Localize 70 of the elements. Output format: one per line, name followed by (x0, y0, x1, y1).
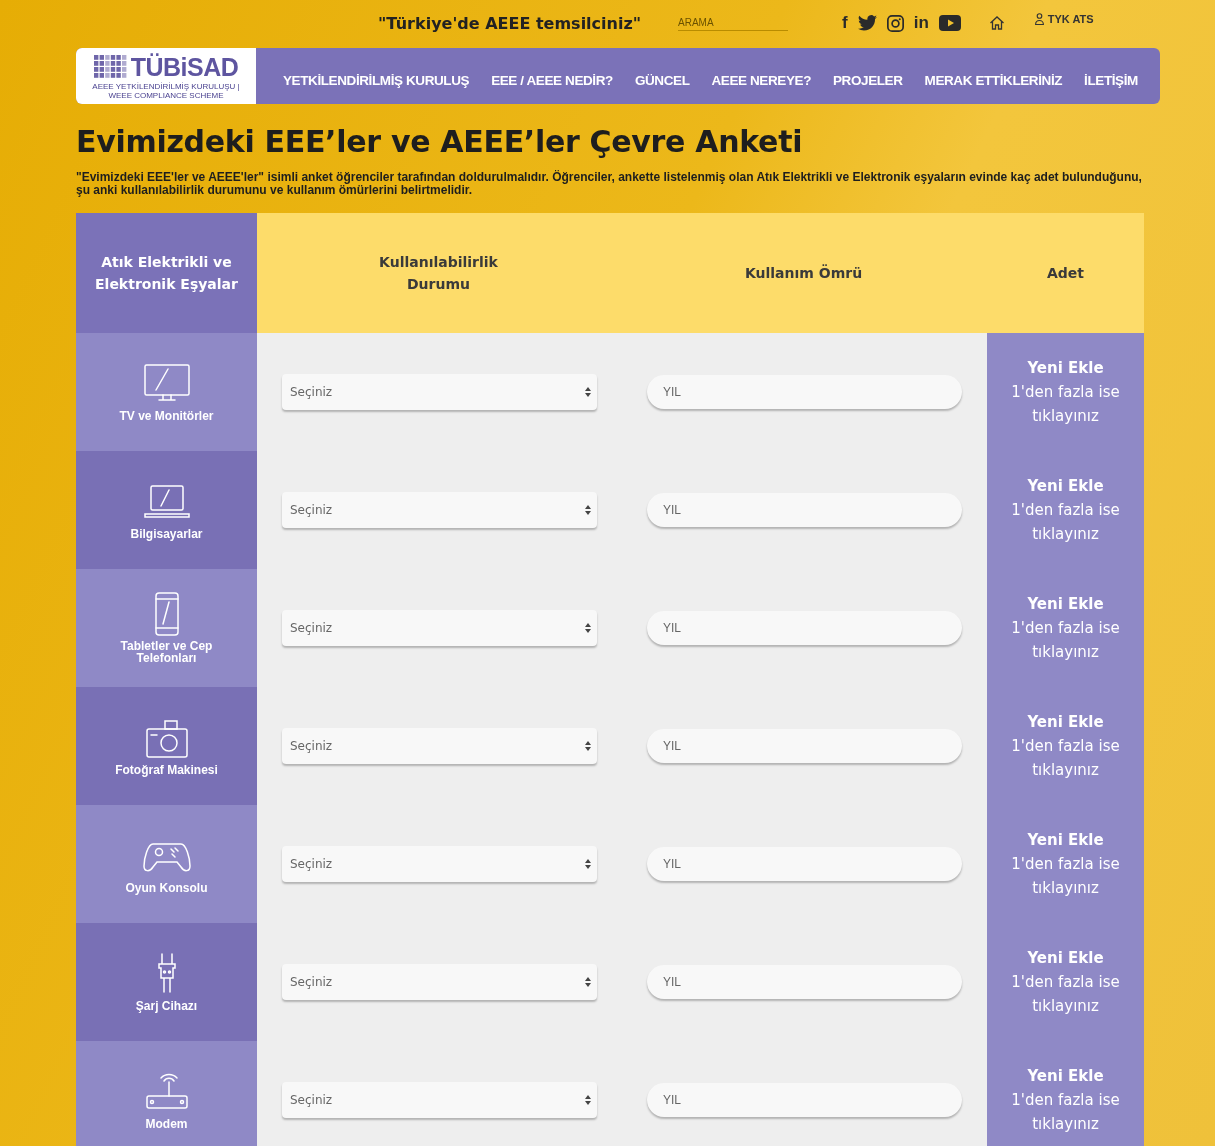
page-title: Evimizdeki EEE’ler ve AEEE’ler Çevre Anketi (76, 124, 804, 159)
add-hint: 1'den fazla ise tıklayınız (1010, 382, 1121, 427)
nav-link[interactable]: GÜNCEL (634, 72, 690, 88)
sort-caret-icon (585, 741, 591, 751)
status-dropdown[interactable]: Seçiniz (282, 846, 597, 882)
facebook-link[interactable]: f (842, 13, 848, 33)
item-name: Şarj Cihazı (135, 1000, 198, 1012)
status-dropdown[interactable]: Seçiniz (282, 1082, 597, 1118)
search-field[interactable]: ARAMA (678, 15, 788, 31)
add-new-link[interactable]: Yeni Ekle (1027, 710, 1104, 734)
column-header: Kullanılabilirlik Durumu (378, 253, 499, 294)
nav-link[interactable]: MERAK ETTİKLERİNİZ (924, 72, 1063, 88)
item-name: TV ve Monitörler (119, 410, 214, 422)
grid-logo-icon (93, 54, 128, 79)
nav-link[interactable]: İLETİŞİM (1084, 72, 1138, 88)
year-field[interactable]: YIL (647, 965, 962, 999)
add-hint: 1'den fazla ise tıklayınız (1010, 854, 1121, 899)
camera-icon[interactable] (886, 14, 904, 32)
sort-caret-icon (585, 859, 591, 869)
nav-link[interactable]: AEEE NEREYE? (711, 72, 811, 88)
year-field[interactable]: YIL (647, 729, 962, 763)
description: "Evimizdeki EEE'ler ve AEEE'ler" isimli anket öğrenciler tarafından doldurulmalıdır. Öğrenciler, ankette listelenmiş olan Atık Elektrikli ve Elektronik eşyaların evinde kaç adet bulunduğunu, şu anki kullanılabilirlik durumunu ve kullanım ömürlerini belirtmelidir. (76, 171, 1143, 197)
item-name: Tabletler ve Cep Telefonları (119, 640, 214, 664)
user-link[interactable]: TYK ATS (1047, 13, 1094, 25)
item-name: Oyun Konsolu (125, 882, 208, 894)
slogan: "Türkiye'de AEEE temsilciniz" (378, 13, 643, 33)
add-new-link[interactable]: Yeni Ekle (1027, 828, 1104, 852)
column-header: Atık Elektrikli ve Elektronik Eşyalar (76, 213, 257, 333)
item-name: Fotoğraf Makinesi (115, 764, 218, 776)
status-dropdown[interactable]: Seçiniz (282, 492, 597, 528)
status-dropdown[interactable]: Seçiniz (282, 964, 597, 1000)
user-icon[interactable] (1034, 13, 1044, 25)
nav-link[interactable]: EEE / AEEE NEDİR? (491, 72, 613, 88)
item-name: Bilgisayarlar (130, 528, 203, 540)
sort-caret-icon (585, 505, 591, 515)
logo-name: TÜBiSAD (130, 52, 239, 81)
bird-icon[interactable] (857, 15, 877, 31)
add-new-link[interactable]: Yeni Ekle (1027, 474, 1104, 498)
add-new-link[interactable]: Yeni Ekle (1027, 356, 1104, 380)
add-hint: 1'den fazla ise tıklayınız (1010, 972, 1121, 1017)
home-icon[interactable] (988, 15, 1005, 31)
add-hint: 1'den fazla ise tıklayınız (1010, 736, 1121, 781)
add-hint: 1'den fazla ise tıklayınız (1010, 1090, 1121, 1135)
plug-icon (155, 952, 178, 996)
sort-caret-icon (585, 623, 591, 633)
year-field[interactable]: YIL (647, 847, 962, 881)
logo[interactable]: TÜBiSAD AEEE YETKİLENDİRİLMİŞ KURULUŞU | WEEE COMPLIANCE SCHEME (76, 48, 256, 104)
add-new-link[interactable]: Yeni Ekle (1027, 592, 1104, 616)
status-dropdown[interactable]: Seçiniz (282, 374, 597, 410)
add-new-link[interactable]: Yeni Ekle (1027, 946, 1104, 970)
add-hint: 1'den fazla ise tıklayınız (1010, 500, 1121, 545)
year-field[interactable]: YIL (647, 493, 962, 527)
add-hint: 1'den fazla ise tıklayınız (1010, 618, 1121, 663)
nav-link[interactable]: YETKİLENDİRİLMİŞ KURULUŞ (283, 72, 470, 88)
year-field[interactable]: YIL (647, 375, 962, 409)
column-header: Kullanım Ömrü (743, 263, 864, 283)
sort-caret-icon (585, 387, 591, 397)
sort-caret-icon (585, 1095, 591, 1105)
column-header: Adet (1045, 264, 1085, 283)
linkedin-link[interactable]: in (913, 13, 929, 33)
nav-link[interactable]: PROJELER (833, 72, 903, 88)
play-icon[interactable] (938, 15, 961, 31)
year-field[interactable]: YIL (647, 1083, 962, 1117)
item-name: Modem (145, 1118, 188, 1130)
sort-caret-icon (585, 977, 591, 987)
status-dropdown[interactable]: Seçiniz (282, 728, 597, 764)
add-new-link[interactable]: Yeni Ekle (1027, 1064, 1104, 1088)
logo-subtitle: AEEE YETKİLENDİRİLMİŞ KURULUŞU | WEEE COMPLIANCE SCHEME (91, 81, 241, 100)
status-dropdown[interactable]: Seçiniz (282, 610, 597, 646)
year-field[interactable]: YIL (647, 611, 962, 645)
